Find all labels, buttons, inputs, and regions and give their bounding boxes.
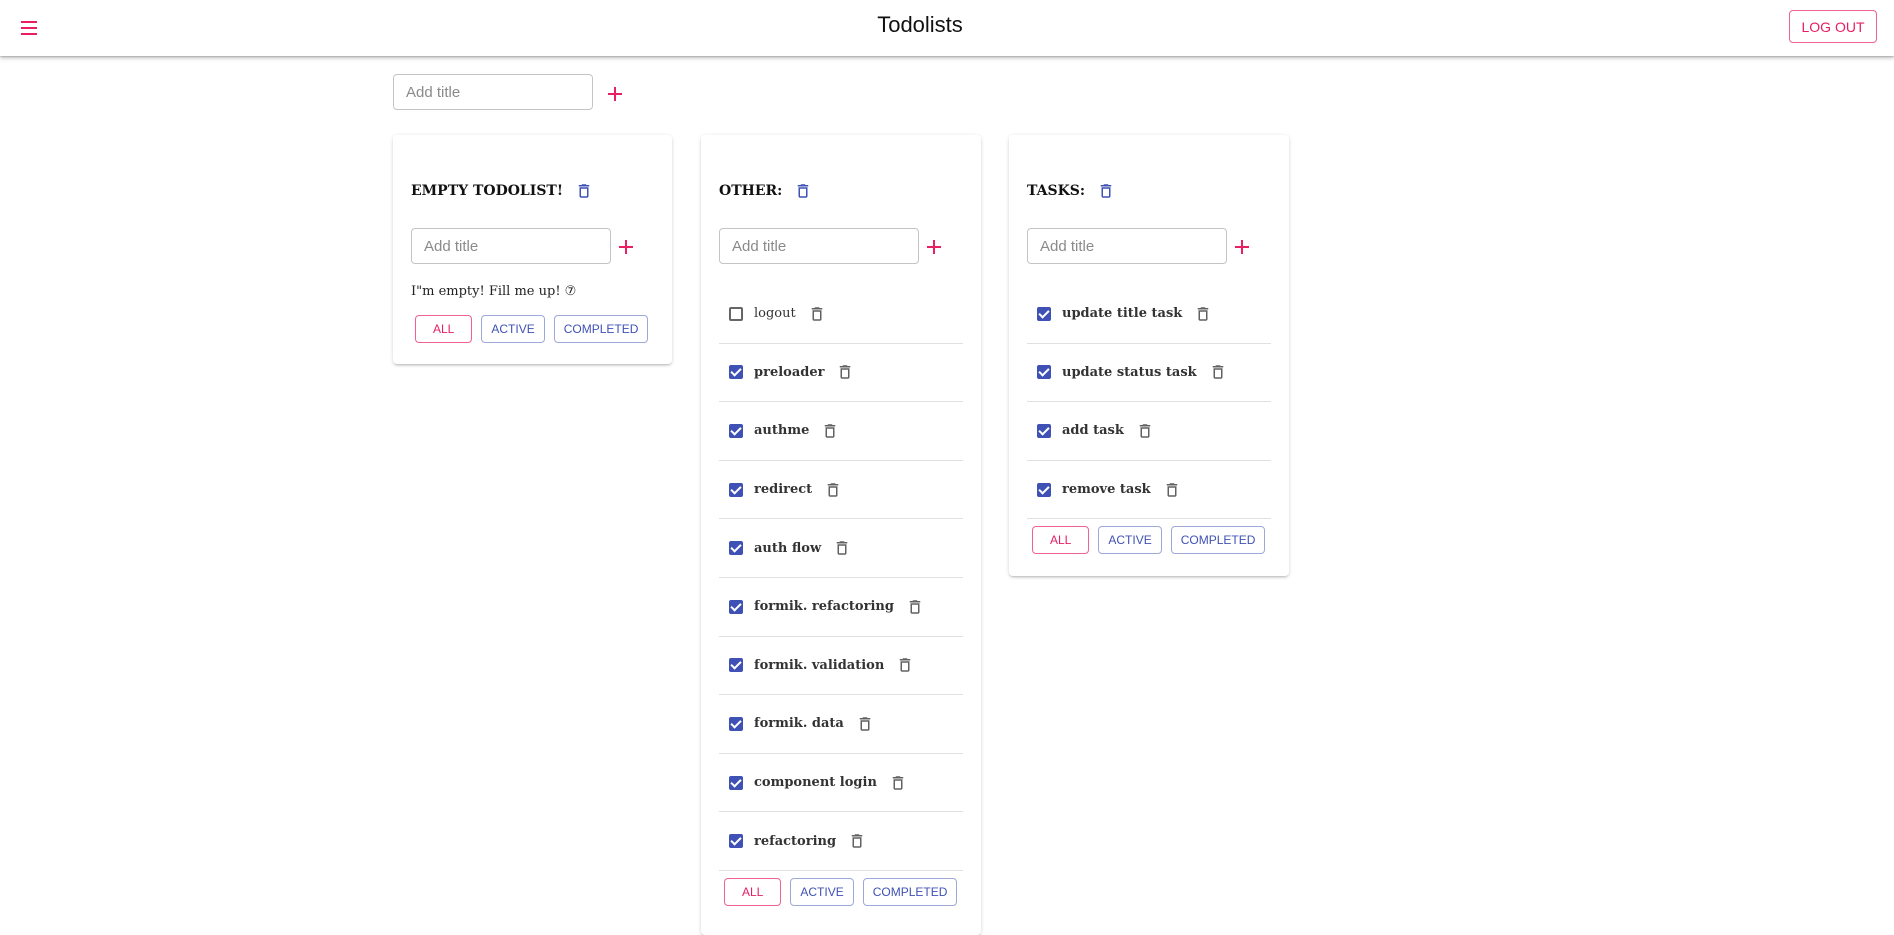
add-task-input[interactable] bbox=[719, 228, 919, 264]
app-title: Todolists bbox=[877, 12, 963, 37]
task-title[interactable]: component login bbox=[754, 775, 877, 790]
todolist-title[interactable]: EMPTY TODOLIST! bbox=[411, 183, 563, 199]
delete-task-icon[interactable] bbox=[906, 597, 924, 617]
delete-task-icon[interactable] bbox=[824, 480, 842, 500]
delete-task-icon[interactable] bbox=[1194, 304, 1212, 324]
add-task-plus-icon[interactable] bbox=[614, 235, 638, 259]
task-title[interactable]: auth flow bbox=[754, 541, 821, 556]
filter-completed-button[interactable]: COMPLETED bbox=[1170, 526, 1266, 554]
task-title[interactable]: formik. data bbox=[754, 716, 844, 731]
task-title[interactable]: preloader bbox=[754, 365, 824, 380]
add-task-plus-icon[interactable] bbox=[1230, 235, 1254, 259]
task-title[interactable]: remove task bbox=[1062, 482, 1151, 497]
task-title[interactable]: logout bbox=[754, 306, 796, 321]
task-checkbox[interactable] bbox=[729, 716, 743, 731]
add-todolist-plus-icon[interactable] bbox=[603, 82, 627, 106]
filter-active-button[interactable]: ACTIVE bbox=[1098, 526, 1162, 554]
task-checkbox[interactable] bbox=[729, 541, 743, 556]
task-item: auth flow bbox=[719, 519, 963, 578]
filter-active-button[interactable]: ACTIVE bbox=[481, 315, 545, 343]
task-title[interactable]: add task bbox=[1062, 423, 1124, 438]
delete-task-icon[interactable] bbox=[848, 831, 866, 851]
task-checkbox[interactable] bbox=[1037, 482, 1051, 497]
filter-active-button[interactable]: ACTIVE bbox=[790, 878, 854, 906]
task-title[interactable]: authme bbox=[754, 423, 809, 438]
task-item: update title task bbox=[1027, 285, 1271, 344]
delete-todolist-icon[interactable] bbox=[1097, 181, 1115, 201]
task-title[interactable]: formik. validation bbox=[754, 658, 884, 673]
filter-completed-button[interactable]: COMPLETED bbox=[553, 315, 649, 343]
task-item: formik. validation bbox=[719, 637, 963, 696]
task-checkbox[interactable] bbox=[1037, 306, 1051, 321]
task-checkbox[interactable] bbox=[1037, 423, 1051, 438]
filter-completed-button[interactable]: COMPLETED bbox=[862, 878, 958, 906]
task-checkbox[interactable] bbox=[1037, 365, 1051, 380]
task-item: logout bbox=[719, 285, 963, 344]
task-item: update status task bbox=[1027, 344, 1271, 403]
add-task-input[interactable] bbox=[1027, 228, 1227, 264]
task-checkbox[interactable] bbox=[729, 306, 743, 321]
task-title[interactable]: redirect bbox=[754, 482, 812, 497]
delete-task-icon[interactable] bbox=[836, 362, 854, 382]
task-item: refactoring bbox=[719, 812, 963, 871]
filter-all-button[interactable]: ALL bbox=[415, 315, 473, 343]
task-checkbox[interactable] bbox=[729, 482, 743, 497]
delete-task-icon[interactable] bbox=[1136, 421, 1154, 441]
delete-todolist-icon[interactable] bbox=[575, 181, 593, 201]
delete-task-icon[interactable] bbox=[808, 304, 826, 324]
task-item: formik. refactoring bbox=[719, 578, 963, 637]
app-bar: Todolists LOG OUT bbox=[0, 0, 1894, 56]
delete-task-icon[interactable] bbox=[889, 773, 907, 793]
delete-task-icon[interactable] bbox=[856, 714, 874, 734]
add-task-plus-icon[interactable] bbox=[922, 235, 946, 259]
todolist-card: TASKS: update title task update status ta… bbox=[1009, 135, 1289, 576]
todolist-title[interactable]: TASKS: bbox=[1027, 183, 1085, 199]
task-item: formik. data bbox=[719, 695, 963, 754]
task-item: component login bbox=[719, 754, 963, 813]
task-title[interactable]: refactoring bbox=[754, 834, 836, 849]
task-checkbox[interactable] bbox=[729, 599, 743, 614]
task-title[interactable]: update title task bbox=[1062, 306, 1182, 321]
task-list: update title task update status task add t… bbox=[1027, 285, 1271, 520]
delete-task-icon[interactable] bbox=[1163, 480, 1181, 500]
delete-todolist-icon[interactable] bbox=[794, 181, 812, 201]
task-checkbox[interactable] bbox=[729, 775, 743, 790]
todolist-card: EMPTY TODOLIST! I"m empty! Fill me up! ⑦… bbox=[393, 135, 672, 364]
task-checkbox[interactable] bbox=[729, 834, 743, 849]
add-task-input[interactable] bbox=[411, 228, 611, 264]
filter-all-button[interactable]: ALL bbox=[724, 878, 782, 906]
delete-task-icon[interactable] bbox=[1209, 362, 1227, 382]
delete-task-icon[interactable] bbox=[896, 655, 914, 675]
task-checkbox[interactable] bbox=[729, 658, 743, 673]
task-item: preloader bbox=[719, 344, 963, 403]
todolist-title[interactable]: OTHER: bbox=[719, 183, 782, 199]
logout-button[interactable]: LOG OUT bbox=[1789, 10, 1877, 43]
empty-message: I"m empty! Fill me up! ⑦ bbox=[411, 284, 577, 299]
task-item: add task bbox=[1027, 402, 1271, 461]
delete-task-icon[interactable] bbox=[821, 421, 839, 441]
filter-all-button[interactable]: ALL bbox=[1032, 526, 1090, 554]
delete-task-icon[interactable] bbox=[833, 538, 851, 558]
task-checkbox[interactable] bbox=[729, 423, 743, 438]
task-checkbox[interactable] bbox=[729, 365, 743, 380]
task-list: logout preloader authme redirect auth flow fo… bbox=[719, 285, 963, 871]
task-item: remove task bbox=[1027, 461, 1271, 520]
task-item: authme bbox=[719, 402, 963, 461]
new-todolist-input[interactable] bbox=[393, 74, 593, 110]
task-title[interactable]: formik. refactoring bbox=[754, 599, 894, 614]
task-item: redirect bbox=[719, 461, 963, 520]
todolist-card: OTHER: logout preloader authme redirect auth… bbox=[701, 135, 981, 935]
task-title[interactable]: update status task bbox=[1062, 365, 1197, 380]
